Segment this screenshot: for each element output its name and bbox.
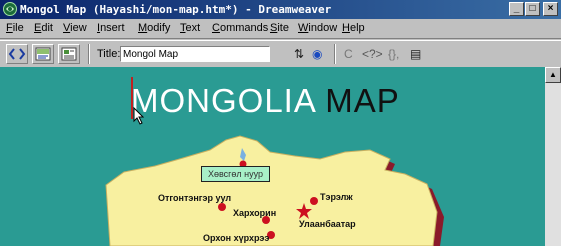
menu-window-label: indow [308, 22, 338, 34]
menu-file[interactable]: File [6, 22, 24, 34]
menu-insert-label: nsert [100, 22, 125, 34]
vertical-scrollbar[interactable]: ▲ [545, 67, 561, 246]
menu-bar: File Edit View Insert Modify Text Comman… [0, 19, 561, 39]
window-titlebar[interactable]: Mongol Map (Hayashi/mon-map.htm*) - Drea… [0, 0, 561, 19]
toolbar-separator [88, 44, 90, 64]
place-label: Тэрэлж [320, 192, 353, 202]
code-navigation-icon[interactable]: {}, [388, 46, 399, 62]
refresh-icon[interactable]: C [344, 46, 353, 62]
menu-commands[interactable]: Commands [212, 22, 268, 34]
page-title-input[interactable] [120, 46, 270, 62]
design-view[interactable]: MONGOLIA MAP Хөвсгөл нуур Отгонтэнгэр уу… [0, 67, 545, 246]
menu-commands-label: ommands [219, 22, 269, 34]
heading-mongolia: MONGOLIA [131, 82, 316, 119]
menu-view[interactable]: View [63, 22, 87, 34]
lake-tooltip: Хөвсгөл нуур [201, 166, 270, 182]
place-label: Орхон хүрхрээ [203, 233, 270, 243]
menu-modify[interactable]: Modify [138, 22, 170, 34]
menu-site[interactable]: Site [270, 22, 289, 34]
minimize-button[interactable]: _ [509, 2, 524, 16]
preview-browser-icon[interactable]: ◉ [312, 46, 322, 62]
title-label: Title: [97, 48, 121, 60]
dreamweaver-app-icon [3, 2, 17, 16]
place-label: Улаанбаатар [299, 219, 356, 229]
menu-text[interactable]: Text [180, 22, 200, 34]
window-title: Mongol Map (Hayashi/mon-map.htm*) - Drea… [20, 3, 332, 16]
menu-view-label: iew [70, 22, 87, 34]
file-management-icon[interactable]: ⇅ [294, 46, 304, 62]
place-label: Отгонтэнгэр уул [158, 193, 232, 203]
page-heading: MONGOLIA MAP [131, 82, 400, 120]
menu-edit[interactable]: Edit [34, 22, 53, 34]
menu-insert[interactable]: Insert [97, 22, 125, 34]
menu-modify-accel: M [138, 22, 148, 34]
mouse-cursor-icon [133, 107, 145, 125]
menu-window[interactable]: Window [298, 22, 337, 34]
maximize-button[interactable]: □ [525, 2, 540, 16]
place-marker-dot[interactable] [218, 203, 226, 211]
scroll-up-arrow-icon[interactable]: ▲ [545, 67, 561, 83]
toolbar-separator [334, 44, 336, 64]
close-button[interactable]: × [543, 2, 558, 16]
menu-window-accel: W [298, 22, 309, 34]
view-options-icon[interactable]: ▤ [410, 46, 421, 62]
show-design-view-button[interactable] [58, 44, 80, 64]
menu-modify-label: odify [147, 22, 171, 34]
show-design-view-icon [61, 47, 77, 61]
document-toolbar: Title: ⇅ ◉ C <?> {}, ▤ [0, 40, 561, 67]
menu-help-accel: H [342, 22, 350, 34]
place-marker-dot[interactable] [310, 197, 318, 205]
show-code-and-design-icon [35, 47, 51, 61]
menu-file-accel: F [6, 22, 13, 34]
menu-help-label: elp [349, 22, 365, 34]
show-code-view-icon [8, 48, 26, 60]
heading-map: MAP [325, 82, 400, 119]
window-controls: _ □ × [509, 2, 558, 16]
menu-help[interactable]: Help [342, 22, 365, 34]
show-code-view-button[interactable] [6, 44, 28, 64]
menu-edit-label: dit [41, 22, 53, 34]
place-label: Хархорин [233, 208, 277, 218]
reference-icon[interactable]: <?> [362, 46, 383, 62]
menu-site-label: ite [277, 22, 289, 34]
show-code-and-design-button[interactable] [32, 44, 54, 64]
menu-commands-accel: C [212, 22, 220, 34]
menu-text-label: ext [185, 22, 201, 34]
menu-file-label: ile [12, 22, 24, 34]
mongolia-land [105, 135, 438, 246]
